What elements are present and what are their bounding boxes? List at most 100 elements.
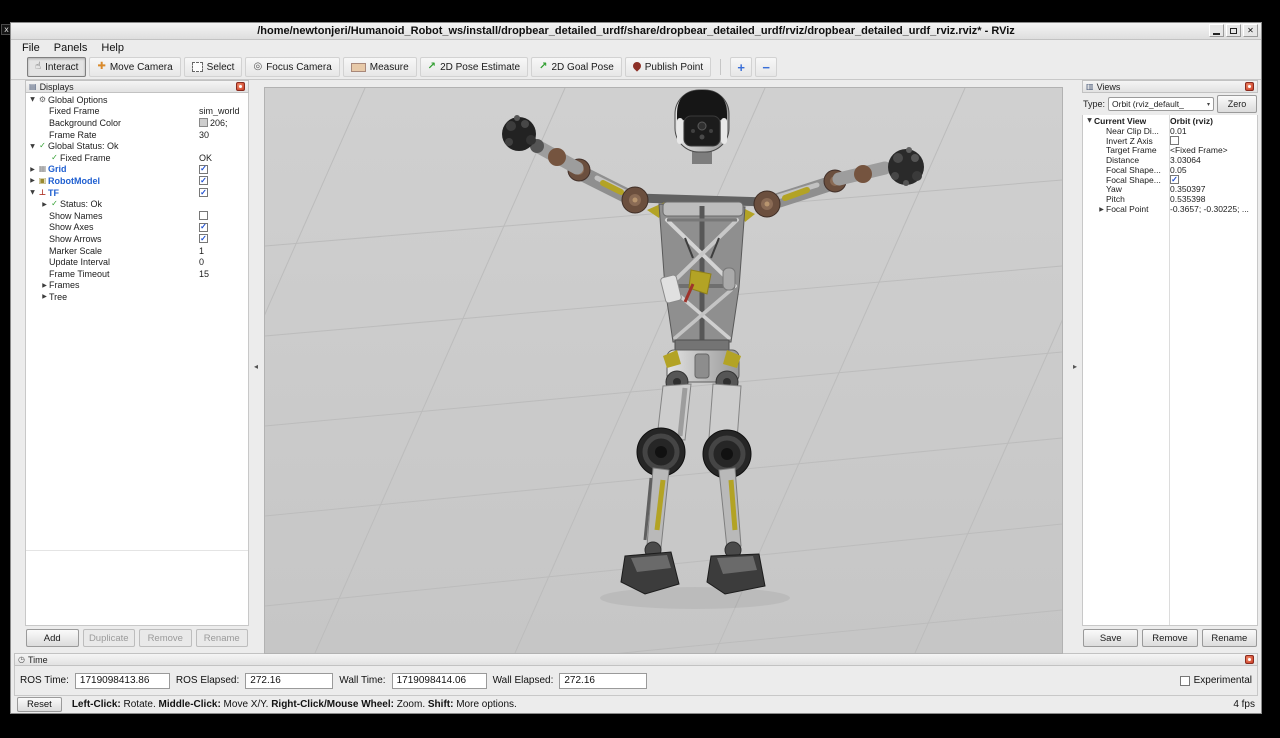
add-tool-button[interactable]: +	[730, 57, 752, 77]
tool-publish-point[interactable]: Publish Point	[625, 57, 711, 77]
property-value[interactable]: 206;	[196, 118, 248, 128]
displays-row-show-axes[interactable]: Show Axes✓	[26, 222, 248, 234]
menu-help[interactable]: Help	[94, 40, 131, 55]
displays-row-frame-timeout[interactable]: Frame Timeout15	[26, 268, 248, 280]
property-value[interactable]: 30	[196, 130, 248, 140]
property-value[interactable]: 0.350397	[1167, 184, 1257, 194]
property-value[interactable]: 0.05	[1167, 165, 1257, 175]
property-value[interactable]: 0	[196, 257, 248, 267]
displays-close-button[interactable]	[236, 82, 245, 91]
expander-closed-icon[interactable]: ▶	[1097, 205, 1106, 214]
tool-2d-pose-estimate[interactable]: ↗2D Pose Estimate	[420, 57, 528, 77]
property-value[interactable]: OK	[196, 153, 248, 163]
displays-row-background-color[interactable]: Background Color206;	[26, 117, 248, 129]
displays-row-show-names[interactable]: Show Names	[26, 210, 248, 222]
expander-closed-icon[interactable]: ▶	[28, 165, 37, 174]
property-value[interactable]: -0.3657; -0.30225; ...	[1167, 204, 1257, 214]
expander-closed-icon[interactable]: ▶	[40, 200, 49, 209]
maximize-button[interactable]	[1226, 24, 1241, 37]
expander-closed-icon[interactable]: ▶	[40, 292, 49, 301]
displays-row-frames[interactable]: ▶Frames	[26, 280, 248, 292]
tool-select[interactable]: Select	[184, 57, 243, 77]
views-rename-button[interactable]: Rename	[1202, 629, 1257, 647]
property-value[interactable]: 3.03064	[1167, 155, 1257, 165]
property-value[interactable]: <Fixed Frame>	[1167, 145, 1257, 155]
expander-closed-icon[interactable]: ▶	[28, 176, 37, 185]
tool-measure[interactable]: Measure	[343, 57, 417, 77]
displays-row-update-interval[interactable]: Update Interval0	[26, 256, 248, 268]
time-close-button[interactable]	[1245, 655, 1254, 664]
views-row-focal-shape[interactable]: Focal Shape...0.05	[1083, 165, 1257, 175]
3d-viewport[interactable]	[264, 87, 1063, 654]
displays-row-marker-scale[interactable]: Marker Scale1	[26, 245, 248, 257]
property-value[interactable]: ✓	[196, 165, 248, 174]
property-value[interactable]: Orbit (rviz)	[1167, 116, 1257, 126]
property-value[interactable]: ✓	[1167, 175, 1257, 184]
tool-interact[interactable]: ☝Interact	[27, 57, 86, 77]
displays-row-global-status-ok[interactable]: ▼✓Global Status: Ok	[26, 140, 248, 152]
expander-open-icon[interactable]: ▼	[28, 95, 37, 104]
tool-2d-goal-pose[interactable]: ↗2D Goal Pose	[531, 57, 622, 77]
expander-open-icon[interactable]: ▼	[28, 188, 37, 197]
property-value[interactable]: ✓	[196, 234, 248, 243]
displays-row-fixed-frame[interactable]: ✓Fixed FrameOK	[26, 152, 248, 164]
checkbox-checked[interactable]: ✓	[199, 223, 208, 232]
displays-add-button[interactable]: Add	[26, 629, 79, 647]
displays-row-tf[interactable]: ▼⊥TF✓	[26, 187, 248, 199]
expander-open-icon[interactable]: ▼	[28, 142, 37, 151]
menu-panels[interactable]: Panels	[47, 40, 95, 55]
views-row-near-clip-di[interactable]: Near Clip Di...0.01	[1083, 126, 1257, 136]
wall-elapsed-value-field[interactable]: 272.16	[559, 673, 647, 689]
views-row-current-view[interactable]: ▼Current ViewOrbit (rviz)	[1083, 116, 1257, 126]
views-row-pitch[interactable]: Pitch0.535398	[1083, 194, 1257, 204]
views-close-button[interactable]	[1245, 82, 1254, 91]
zero-button[interactable]: Zero	[1217, 95, 1257, 113]
view-type-dropdown[interactable]: Orbit (rviz_default_ ▾	[1108, 97, 1214, 111]
3d-viewport-canvas[interactable]	[265, 88, 1062, 653]
left-splitter-handle[interactable]: ◂	[254, 363, 258, 371]
views-save-button[interactable]: Save	[1083, 629, 1138, 647]
expander-closed-icon[interactable]: ▶	[40, 281, 49, 290]
views-row-target-frame[interactable]: Target Frame<Fixed Frame>	[1083, 145, 1257, 155]
displays-row-status-ok[interactable]: ▶✓Status: Ok	[26, 198, 248, 210]
views-row-focal-shape[interactable]: Focal Shape...✓	[1083, 175, 1257, 185]
tool-focus-camera[interactable]: ◎Focus Camera	[245, 57, 339, 77]
reset-button[interactable]: Reset	[17, 697, 62, 712]
displays-panel-header[interactable]: ▤ Displays	[25, 80, 249, 93]
views-row-distance[interactable]: Distance3.03064	[1083, 155, 1257, 165]
close-button[interactable]: ✕	[1243, 24, 1258, 37]
property-value[interactable]: ✓	[196, 223, 248, 232]
property-value[interactable]	[1167, 136, 1257, 145]
wall-time-value-field[interactable]: 1719098414.06	[392, 673, 487, 689]
property-value[interactable]: sim_world	[196, 106, 248, 116]
displays-row-show-arrows[interactable]: Show Arrows✓	[26, 233, 248, 245]
views-row-invert-z-axis[interactable]: Invert Z Axis	[1083, 136, 1257, 146]
views-remove-button[interactable]: Remove	[1142, 629, 1197, 647]
expander-open-icon[interactable]: ▼	[1085, 116, 1094, 125]
checkbox-checked[interactable]: ✓	[1170, 175, 1179, 184]
displays-row-tree[interactable]: ▶Tree	[26, 291, 248, 303]
right-splitter-handle[interactable]: ▸	[1073, 363, 1077, 371]
experimental-checkbox[interactable]	[1180, 676, 1190, 686]
property-value[interactable]: 1	[196, 246, 248, 256]
displays-row-global-options[interactable]: ▼⚙Global Options	[26, 94, 248, 106]
property-value[interactable]: 15	[196, 269, 248, 279]
displays-row-grid[interactable]: ▶▦Grid✓	[26, 164, 248, 176]
color-swatch[interactable]	[199, 118, 208, 127]
displays-row-fixed-frame[interactable]: Fixed Framesim_world	[26, 106, 248, 118]
checkbox-unchecked[interactable]	[199, 211, 208, 220]
displays-row-frame-rate[interactable]: Frame Rate30	[26, 129, 248, 141]
checkbox-checked[interactable]: ✓	[199, 188, 208, 197]
displays-row-robotmodel[interactable]: ▶▣RobotModel✓	[26, 175, 248, 187]
views-panel-header[interactable]: ▥ Views	[1082, 80, 1258, 93]
checkbox-checked[interactable]: ✓	[199, 165, 208, 174]
remove-tool-button[interactable]: −	[755, 57, 777, 77]
property-value[interactable]: 0.01	[1167, 126, 1257, 136]
checkbox-checked[interactable]: ✓	[199, 176, 208, 185]
property-value[interactable]: ✓	[196, 188, 248, 197]
ros-time-value-field[interactable]: 1719098413.86	[75, 673, 170, 689]
checkbox-unchecked[interactable]	[1170, 136, 1179, 145]
property-value[interactable]: 0.535398	[1167, 194, 1257, 204]
property-value[interactable]: ✓	[196, 176, 248, 185]
views-row-yaw[interactable]: Yaw0.350397	[1083, 185, 1257, 195]
